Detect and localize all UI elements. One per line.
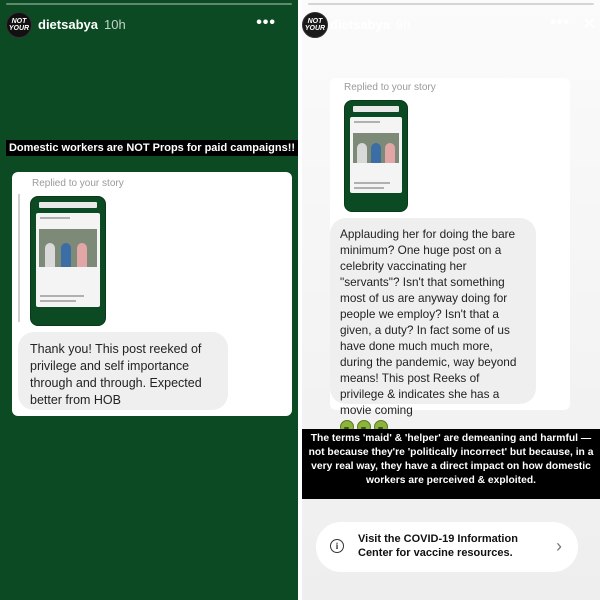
story-panel-right: NOT YOUR dietsabya 9h ••• ✕ Replied to yo…	[302, 0, 600, 600]
username[interactable]: dietsabya	[330, 17, 390, 32]
reply-message-text: Applauding her for doing the bare minimu…	[340, 227, 517, 417]
username[interactable]: dietsabya	[38, 17, 98, 32]
thumbnail-text-line	[40, 217, 70, 219]
more-dots-icon[interactable]: •••	[256, 14, 276, 32]
story-panel-left: NOT YOUR dietsabya 10h ••• Domestic worke…	[0, 0, 298, 600]
statement-caption: The terms 'maid' & 'helper' are demeanin…	[302, 429, 600, 499]
thumbnail-photo	[353, 133, 399, 163]
thumbnail-sticker	[39, 202, 97, 208]
thumbnail-text-line	[40, 300, 76, 302]
avatar[interactable]: NOT YOUR	[302, 12, 328, 38]
story-header: dietsabya 9h	[330, 17, 410, 32]
story-headline: Domestic workers are NOT Props for paid …	[6, 140, 298, 156]
thumbnail-text-line	[40, 295, 84, 297]
thumbnail-post	[350, 117, 402, 193]
thumbnail-text-line	[354, 121, 380, 123]
covid-banner-text: Visit the COVID-19 Information Center fo…	[358, 533, 518, 559]
person-figure	[77, 243, 87, 267]
message-card: Replied to your story Applauding her for…	[330, 78, 570, 434]
post-time: 10h	[103, 17, 126, 32]
reply-message-bubble: Applauding her for doing the bare minimu…	[330, 218, 536, 434]
story-progress-bar	[308, 3, 594, 5]
story-progress-bar	[6, 3, 292, 5]
thumbnail-text-line	[354, 182, 390, 184]
avatar[interactable]: NOT YOUR	[6, 12, 32, 38]
person-figure	[45, 243, 55, 267]
story-header: dietsabya 10h	[38, 17, 126, 32]
replied-label: Replied to your story	[344, 82, 436, 93]
person-figure	[357, 143, 367, 163]
thumbnail-post	[36, 213, 100, 307]
covid-info-banner[interactable]: i Visit the COVID-19 Information Center …	[316, 522, 578, 572]
thumbnail-text-line	[354, 187, 384, 189]
close-icon[interactable]: ✕	[583, 14, 596, 34]
story-thumbnail[interactable]	[344, 100, 408, 212]
post-time: 9h	[395, 17, 411, 32]
reply-message-bubble: Thank you! This post reeked of privilege…	[18, 332, 228, 410]
reply-quote-bar	[18, 194, 20, 322]
thumbnail-sticker	[353, 106, 399, 112]
chevron-right-icon: ›	[556, 536, 562, 556]
person-figure	[385, 143, 395, 163]
info-icon: i	[330, 539, 344, 553]
person-figure	[371, 143, 381, 163]
person-figure	[61, 243, 71, 267]
more-dots-icon[interactable]: •••	[550, 14, 570, 32]
replied-label: Replied to your story	[32, 178, 124, 189]
thumbnail-photo	[39, 229, 97, 267]
message-card: Replied to your story Thank you! This po…	[12, 172, 292, 416]
story-thumbnail[interactable]	[30, 196, 106, 326]
